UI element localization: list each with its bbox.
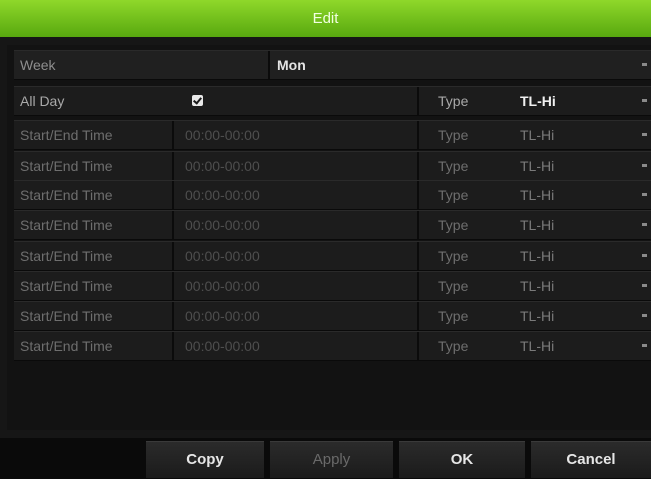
period-type-dropdown-icon[interactable] (642, 193, 647, 196)
start-end-time-field[interactable]: 00:00-00:00 (185, 211, 260, 239)
period-type-divider (417, 302, 419, 330)
all-day-checkbox[interactable] (192, 95, 203, 106)
time-period-row: Start/End Time 00:00-00:00 Type TL-Hi (14, 180, 651, 210)
period-type-divider (417, 332, 419, 360)
period-type-label: Type (438, 338, 469, 354)
period-label: Start/End Time (20, 338, 113, 354)
period-label-divider (172, 211, 174, 239)
period-label: Start/End Time (20, 158, 113, 174)
all-day-type-select[interactable]: TL-Hi (520, 87, 556, 115)
start-end-time-field[interactable]: 00:00-00:00 (185, 302, 260, 330)
period-type-select[interactable]: TL-Hi (520, 272, 554, 300)
all-day-label: All Day (20, 93, 65, 109)
period-type-dropdown-icon[interactable] (642, 164, 647, 167)
period-type-select[interactable]: TL-Hi (520, 152, 554, 180)
period-label: Start/End Time (20, 217, 113, 233)
period-type-dropdown-icon[interactable] (642, 344, 647, 347)
ok-button[interactable]: OK (399, 441, 525, 478)
start-end-time-field[interactable]: 00:00-00:00 (185, 121, 260, 149)
period-label-divider (172, 152, 174, 180)
period-label-divider (172, 302, 174, 330)
dialog-title: Edit (0, 0, 651, 37)
period-label: Start/End Time (20, 308, 113, 324)
period-type-dropdown-icon[interactable] (642, 284, 647, 287)
time-period-row: Start/End Time 00:00-00:00 Type TL-Hi (14, 210, 651, 240)
all-day-type-dropdown-icon[interactable] (642, 99, 647, 102)
start-end-time-field[interactable]: 00:00-00:00 (185, 332, 260, 360)
period-type-label: Type (438, 187, 469, 203)
period-type-label: Type (438, 278, 469, 294)
week-select[interactable]: Mon (277, 51, 306, 79)
week-label: Week (20, 57, 56, 73)
week-divider (268, 51, 270, 79)
time-period-row: Start/End Time 00:00-00:00 Type TL-Hi (14, 301, 651, 331)
edit-dialog: Edit Week Mon All Day Type TL-Hi Start/E… (0, 0, 651, 479)
time-period-row: Start/End Time 00:00-00:00 Type TL-Hi (14, 120, 651, 150)
start-end-time-field[interactable]: 00:00-00:00 (185, 272, 260, 300)
start-end-time-field[interactable]: 00:00-00:00 (185, 152, 260, 180)
period-type-label: Type (438, 127, 469, 143)
time-period-row: Start/End Time 00:00-00:00 Type TL-Hi (14, 241, 651, 271)
period-label-divider (172, 121, 174, 149)
period-type-select[interactable]: TL-Hi (520, 242, 554, 270)
all-day-row: All Day Type TL-Hi (14, 86, 651, 116)
period-type-label: Type (438, 248, 469, 264)
period-type-select[interactable]: TL-Hi (520, 332, 554, 360)
period-type-divider (417, 121, 419, 149)
period-type-select[interactable]: TL-Hi (520, 302, 554, 330)
period-type-dropdown-icon[interactable] (642, 133, 647, 136)
period-label-divider (172, 181, 174, 209)
period-type-dropdown-icon[interactable] (642, 223, 647, 226)
copy-button[interactable]: Copy (146, 441, 264, 478)
cancel-button[interactable]: Cancel (531, 441, 651, 478)
start-end-time-field[interactable]: 00:00-00:00 (185, 242, 260, 270)
week-dropdown-icon[interactable] (642, 63, 647, 66)
period-type-select[interactable]: TL-Hi (520, 181, 554, 209)
period-label: Start/End Time (20, 278, 113, 294)
period-label-divider (172, 242, 174, 270)
period-label-divider (172, 332, 174, 360)
period-type-divider (417, 242, 419, 270)
apply-button[interactable]: Apply (270, 441, 393, 478)
period-type-divider (417, 211, 419, 239)
time-period-row: Start/End Time 00:00-00:00 Type TL-Hi (14, 271, 651, 301)
period-type-label: Type (438, 217, 469, 233)
period-label: Start/End Time (20, 127, 113, 143)
period-type-label: Type (438, 308, 469, 324)
period-type-dropdown-icon[interactable] (642, 254, 647, 257)
period-type-select[interactable]: TL-Hi (520, 121, 554, 149)
period-type-divider (417, 152, 419, 180)
all-day-type-label: Type (438, 93, 469, 109)
week-row: Week Mon (14, 50, 651, 80)
period-type-divider (417, 181, 419, 209)
period-type-divider (417, 272, 419, 300)
time-period-row: Start/End Time 00:00-00:00 Type TL-Hi (14, 331, 651, 361)
start-end-time-field[interactable]: 00:00-00:00 (185, 181, 260, 209)
time-period-row: Start/End Time 00:00-00:00 Type TL-Hi (14, 151, 651, 181)
period-label-divider (172, 272, 174, 300)
period-type-label: Type (438, 158, 469, 174)
period-type-dropdown-icon[interactable] (642, 314, 647, 317)
period-label: Start/End Time (20, 248, 113, 264)
period-label: Start/End Time (20, 187, 113, 203)
all-day-divider (417, 87, 419, 115)
period-type-select[interactable]: TL-Hi (520, 211, 554, 239)
